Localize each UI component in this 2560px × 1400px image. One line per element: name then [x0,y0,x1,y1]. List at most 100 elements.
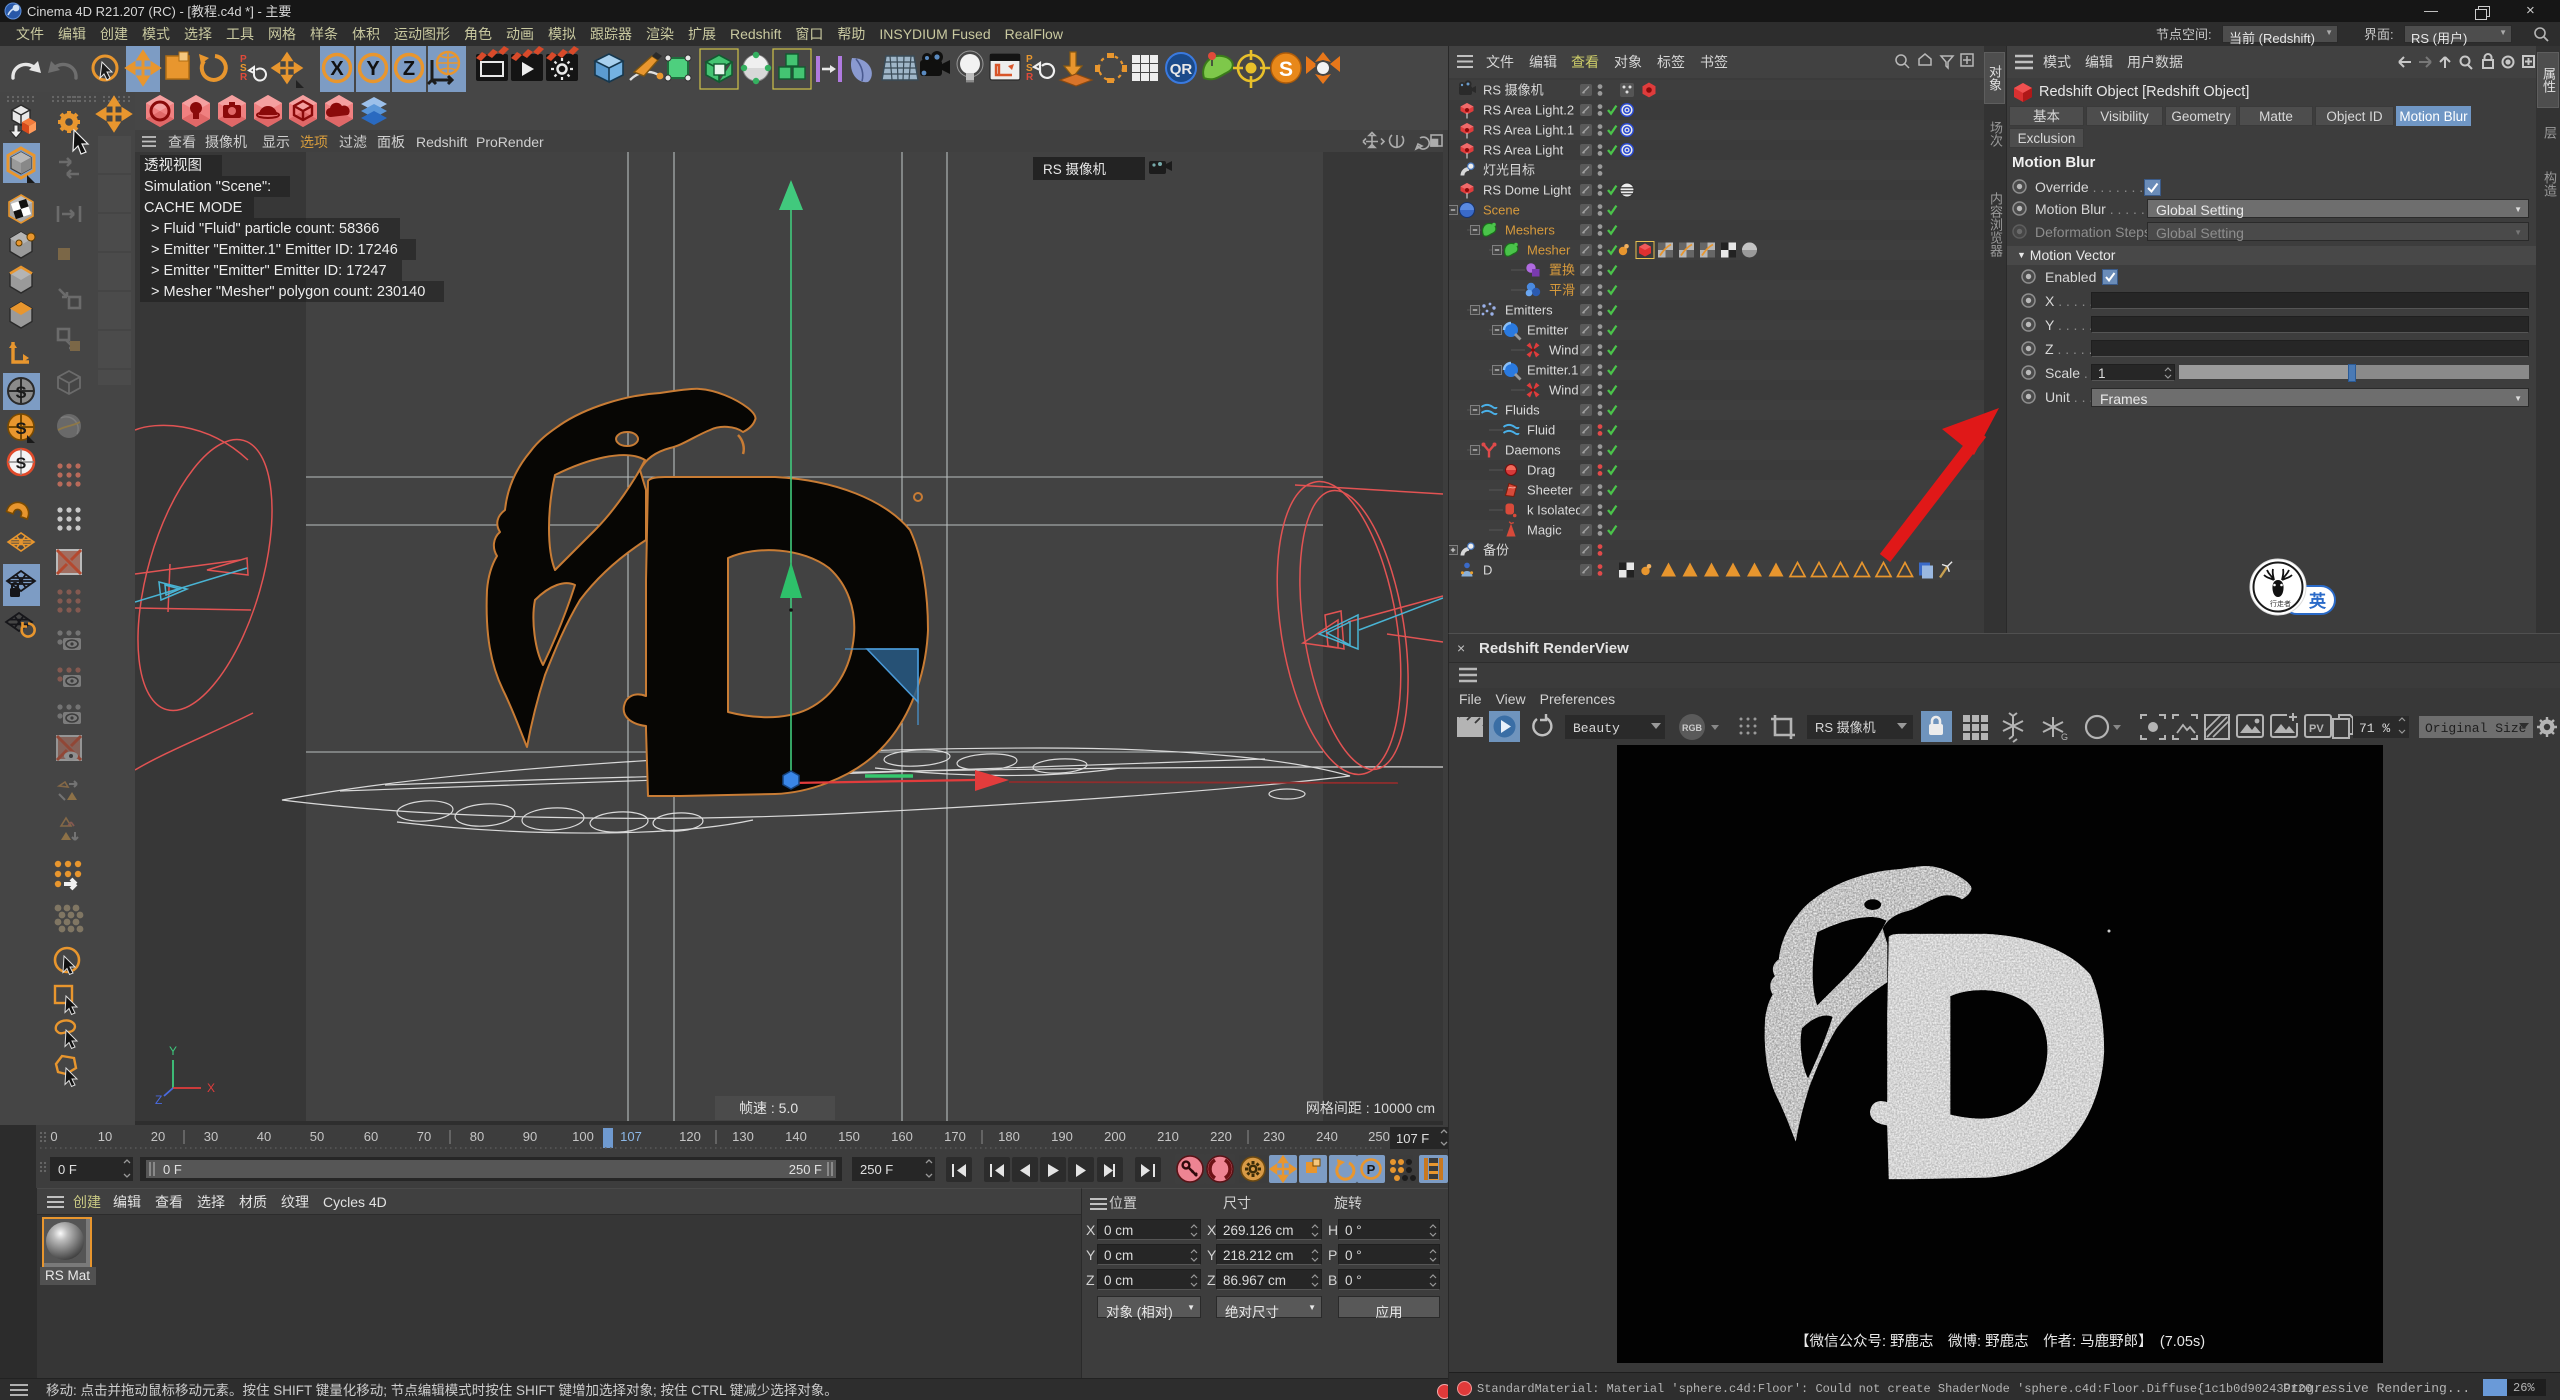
svg-text:RS Area Light: RS Area Light [1483,143,1564,158]
svg-text:0: 0 [50,1129,57,1144]
svg-text:RGB: RGB [1682,723,1703,733]
svg-text:Drag: Drag [1527,463,1555,478]
svg-text:k Isolated: k Isolated [1527,503,1583,518]
svg-text:Wind: Wind [1549,383,1579,398]
svg-text:灯光目标: 灯光目标 [1483,163,1535,178]
svg-text:过滤: 过滤 [339,134,367,150]
svg-text:文件: 文件 [1486,54,1514,70]
svg-text:Emitters: Emitters [1505,303,1553,318]
svg-text:标签: 标签 [1657,54,1685,70]
svg-text:行走者: 行走者 [2270,599,2291,608]
svg-text:71 %: 71 % [2359,721,2390,736]
svg-text:Z: Z [155,1093,162,1107]
svg-text:130: 130 [732,1129,754,1144]
svg-text:X: X [207,1081,215,1095]
svg-text:250 F: 250 F [789,1162,822,1177]
svg-text:平滑: 平滑 [1549,283,1575,298]
svg-text:250: 250 [1368,1129,1390,1144]
svg-text:备份: 备份 [1483,543,1509,558]
svg-text:R: R [1026,72,1034,83]
svg-text:40: 40 [257,1129,271,1144]
svg-text:> Emitter "Emitter.1" Emitter: > Emitter "Emitter.1" Emitter ID: 17246 [151,242,398,258]
svg-text:Magic: Magic [1527,523,1562,538]
svg-text:PV: PV [2309,723,2324,735]
svg-text:G: G [2061,732,2068,742]
svg-text:210: 210 [1157,1129,1179,1144]
svg-text:【微信公众号: 野鹿志 微博: 野鹿志 作者: 马鹿野郎】: 【微信公众号: 野鹿志 微博: 野鹿志 作者: 马鹿野郎】 (7.05s) [1795,1333,2205,1350]
svg-text:250 F: 250 F [860,1162,893,1177]
svg-text:Z: Z [403,58,415,80]
svg-text:Wind: Wind [1549,343,1579,358]
svg-text:ProRender: ProRender [476,134,544,150]
svg-text:显示: 显示 [262,134,290,150]
svg-text:S: S [16,456,27,473]
svg-text:书签: 书签 [1700,54,1728,70]
svg-text:107: 107 [620,1129,642,1144]
svg-text:S: S [1279,58,1293,81]
svg-text:30: 30 [204,1129,218,1144]
svg-text:RS Dome Light: RS Dome Light [1483,183,1572,198]
svg-text:RS Area Light.1: RS Area Light.1 [1483,123,1574,138]
svg-text:80: 80 [470,1129,484,1144]
svg-text:10: 10 [98,1129,112,1144]
svg-text:Y: Y [169,1044,177,1058]
svg-text:> Mesher "Mesher" polygon coun: > Mesher "Mesher" polygon count: 230140 [151,284,425,300]
svg-text:Y: Y [366,58,380,80]
svg-text:> Fluid "Fluid" particle count: > Fluid "Fluid" particle count: 58366 [151,221,379,237]
svg-text:RS 摄像机: RS 摄像机 [1815,720,1876,735]
svg-text:50: 50 [310,1129,324,1144]
svg-text:英: 英 [2309,591,2327,611]
svg-text:查看: 查看 [1571,54,1599,70]
svg-text:100: 100 [572,1129,594,1144]
svg-text:摄像机: 摄像机 [205,134,247,150]
svg-text:Fluids: Fluids [1505,403,1540,418]
svg-text:90: 90 [523,1129,537,1144]
svg-text:230: 230 [1263,1129,1285,1144]
svg-text:QR: QR [1170,61,1193,78]
svg-text:查看: 查看 [168,134,196,150]
svg-text:Original Size: Original Size [2425,721,2526,736]
svg-text:面板: 面板 [377,134,405,150]
svg-text:RS 摄像机: RS 摄像机 [1043,162,1107,177]
svg-text:Meshers: Meshers [1505,223,1555,238]
svg-text:透视视图: 透视视图 [144,157,202,174]
svg-text:140: 140 [785,1129,807,1144]
svg-text:RS Area Light.2: RS Area Light.2 [1483,103,1574,118]
svg-text:220: 220 [1210,1129,1232,1144]
svg-text:Sheeter: Sheeter [1527,483,1573,498]
svg-text:X: X [330,58,344,80]
svg-text:160: 160 [891,1129,913,1144]
svg-text:S: S [15,383,26,402]
svg-text:网格间距 : 10000 cm: 网格间距 : 10000 cm [1306,1100,1435,1116]
svg-text:180: 180 [998,1129,1020,1144]
svg-text:编辑: 编辑 [1529,54,1557,70]
svg-text:20: 20 [151,1129,165,1144]
svg-text:190: 190 [1051,1129,1073,1144]
svg-text:240: 240 [1316,1129,1338,1144]
svg-text:Scene: Scene [1483,203,1520,218]
svg-text:170: 170 [944,1129,966,1144]
svg-text:Simulation "Scene":: Simulation "Scene": [144,179,271,195]
svg-text:置换: 置换 [1549,263,1575,278]
svg-text:107 F: 107 F [1396,1131,1429,1146]
svg-text:R: R [240,72,248,83]
svg-text:对象: 对象 [1614,54,1642,70]
svg-text:0 F: 0 F [58,1162,77,1177]
svg-text:150: 150 [838,1129,860,1144]
svg-text:120: 120 [679,1129,701,1144]
svg-text:D: D [1483,563,1492,578]
svg-text:> Emitter "Emitter" Emitter ID: > Emitter "Emitter" Emitter ID: 17247 [151,263,387,279]
svg-text:Redshift: Redshift [416,134,467,150]
svg-text:帧速 : 5.0: 帧速 : 5.0 [739,1100,798,1116]
svg-text:P: P [1367,1162,1376,1177]
svg-text:200: 200 [1104,1129,1126,1144]
svg-text:Daemons: Daemons [1505,443,1561,458]
svg-text:S: S [15,419,26,438]
svg-text:60: 60 [364,1129,378,1144]
svg-text:0 F: 0 F [163,1162,182,1177]
svg-text:RS 摄像机: RS 摄像机 [1483,83,1544,98]
svg-text:CACHE MODE: CACHE MODE [144,200,243,216]
svg-text:选项: 选项 [300,134,328,150]
svg-text:Fluid: Fluid [1527,423,1555,438]
svg-text:Emitter.1: Emitter.1 [1527,363,1578,378]
